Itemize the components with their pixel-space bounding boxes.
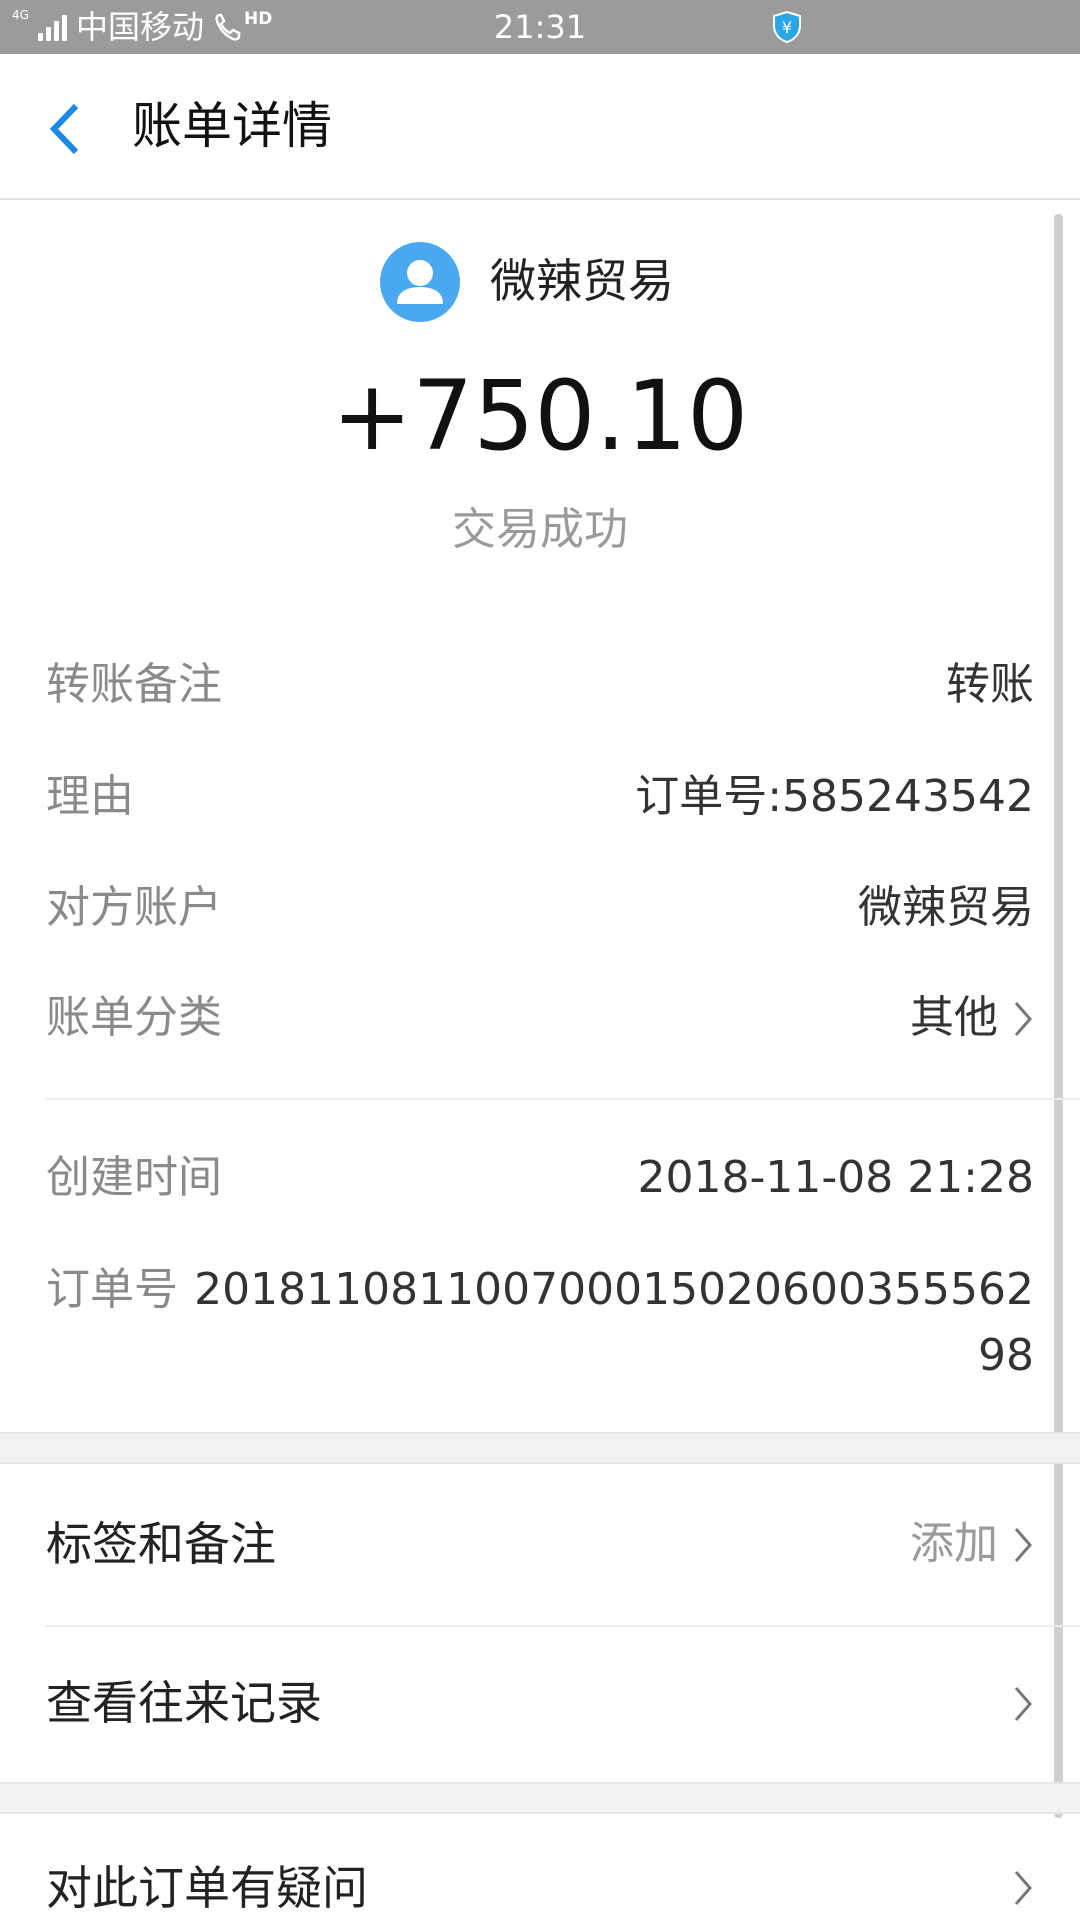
counterparty-label: 对方账户 (46, 882, 222, 933)
divider (46, 1098, 1080, 1100)
created-time-label: 创建时间 (46, 1152, 222, 1203)
order-number-value-line2: 98 (978, 1330, 1034, 1381)
chevron-right-icon (1014, 1528, 1032, 1562)
chevron-right-icon (1014, 1871, 1032, 1905)
shield-symbol: ¥ (782, 18, 792, 37)
history-label[interactable]: 查看往来记录 (46, 1673, 322, 1733)
category-value[interactable]: 其他 (910, 990, 998, 1046)
shield-icon: ¥ (773, 10, 801, 44)
chevron-right-icon (1014, 1687, 1032, 1721)
category-label: 账单分类 (46, 992, 222, 1043)
transaction-status: 交易成功 (452, 504, 628, 555)
section-gap (0, 1782, 1080, 1814)
page-title: 账单详情 (132, 97, 332, 155)
section-gap (0, 1432, 1080, 1464)
app-header: 账单详情 (0, 54, 1080, 200)
reason-value: 订单号:585243542 (635, 771, 1034, 822)
divider (46, 1625, 1080, 1627)
reason-label: 理由 (46, 771, 134, 822)
person-avatar-icon (380, 242, 460, 322)
merchant-name: 微辣贸易 (490, 254, 674, 308)
tags-add-value[interactable]: 添加 (910, 1516, 998, 1572)
chevron-left-icon[interactable] (44, 94, 94, 164)
order-number-label: 订单号 (46, 1264, 178, 1315)
chevron-right-icon (1014, 1002, 1032, 1036)
transaction-amount: +750.10 (331, 360, 749, 472)
clock: 21:31 (493, 8, 587, 46)
tags-label[interactable]: 标签和备注 (46, 1514, 276, 1574)
status-bar: 4G 中国移动 HD 21:31 ¥ (0, 0, 1080, 54)
merchant-header: 微辣贸易 (0, 240, 1080, 324)
remark-value: 转账 (946, 659, 1034, 710)
counterparty-value: 微辣贸易 (858, 882, 1034, 933)
dispute-label[interactable]: 对此订单有疑问 (46, 1858, 368, 1918)
remark-label: 转账备注 (46, 659, 222, 710)
created-time-value: 2018-11-08 21:28 (637, 1152, 1035, 1203)
order-number-value-line1: 201811081100700015020600355562 (194, 1264, 1034, 1315)
